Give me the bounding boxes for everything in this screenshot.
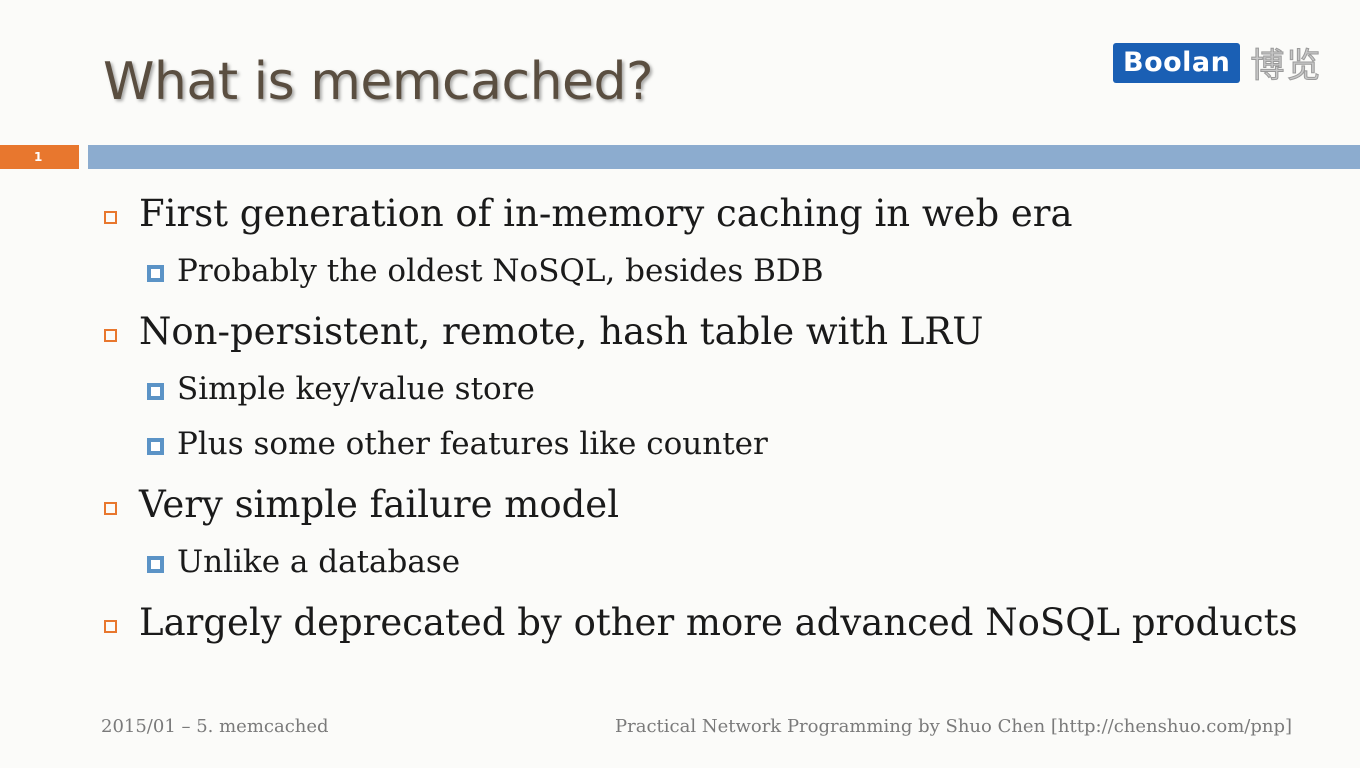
sub-bullet-text: Probably the oldest NoSQL, besides BDB	[177, 253, 824, 289]
bullet-item: First generation of in-memory caching in…	[104, 192, 1073, 235]
title-rule-bar	[88, 145, 1360, 169]
sub-bullet-item: Unlike a database	[147, 544, 460, 580]
hollow-square-bullet-icon	[104, 211, 117, 224]
bullet-text: Non-persistent, remote, hash table with …	[139, 310, 984, 353]
slide-title: What is memcached?	[103, 52, 654, 112]
logo-chinese: 博览	[1250, 46, 1323, 87]
square-bullet-icon	[147, 382, 164, 400]
sub-bullet-item: Simple key/value store	[147, 371, 535, 407]
sub-bullet-text: Unlike a database	[177, 544, 461, 580]
bullet-item: Non-persistent, remote, hash table with …	[104, 310, 983, 353]
page-number: 1	[0, 145, 79, 169]
sub-bullet-text: Plus some other features like counter	[177, 426, 768, 462]
footer-course-credit: Practical Network Programming by Shuo Ch…	[615, 716, 1292, 737]
bullet-item: Very simple failure model	[104, 483, 619, 526]
logo-brand: Boolan	[1113, 42, 1241, 83]
bullet-text: Largely deprecated by other more advance…	[139, 601, 1298, 644]
bullet-text: Very simple failure model	[139, 483, 620, 526]
slide: What is memcached? Boolan 博览 1 First gen…	[0, 0, 1360, 768]
hollow-square-bullet-icon	[104, 329, 117, 342]
sub-bullet-text: Simple key/value store	[177, 371, 535, 407]
square-bullet-icon	[147, 437, 164, 455]
hollow-square-bullet-icon	[104, 620, 117, 633]
square-bullet-icon	[147, 555, 164, 573]
sub-bullet-item: Probably the oldest NoSQL, besides BDB	[147, 253, 824, 289]
bullet-item: Largely deprecated by other more advance…	[104, 601, 1298, 644]
bullet-text: First generation of in-memory caching in…	[139, 192, 1073, 235]
sub-bullet-item: Plus some other features like counter	[147, 426, 768, 462]
square-bullet-icon	[147, 264, 164, 282]
footer-date-section: 2015/01 – 5. memcached	[101, 716, 329, 737]
hollow-square-bullet-icon	[104, 502, 117, 515]
boolan-logo: Boolan 博览	[1113, 38, 1322, 87]
